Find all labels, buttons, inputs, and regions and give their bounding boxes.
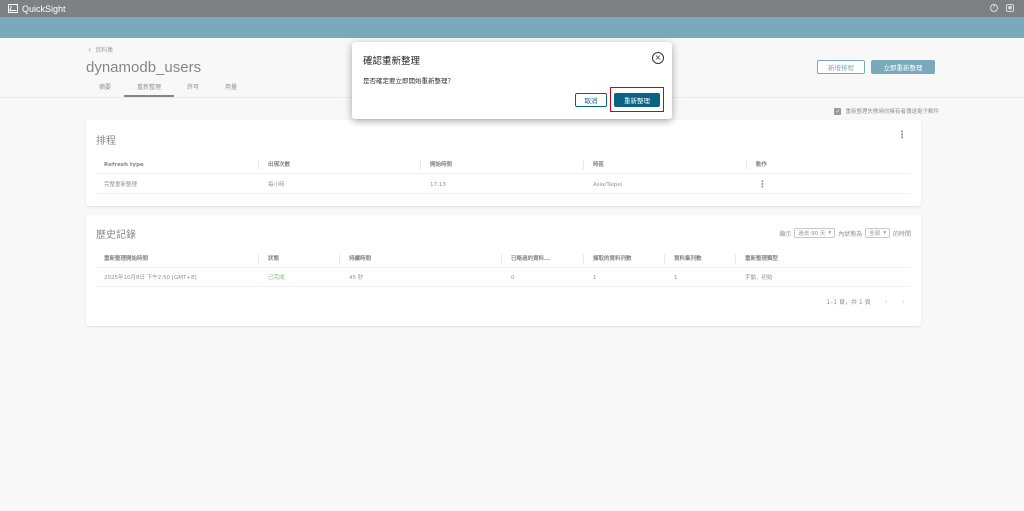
close-icon[interactable]: × bbox=[652, 52, 664, 64]
cancel-button[interactable]: 取消 bbox=[575, 93, 607, 107]
highlight-box bbox=[610, 87, 664, 112]
dialog-message: 是否確定要立即開始重新整理？ bbox=[363, 77, 454, 85]
dialog-title: 確認重新整理 bbox=[363, 56, 421, 67]
